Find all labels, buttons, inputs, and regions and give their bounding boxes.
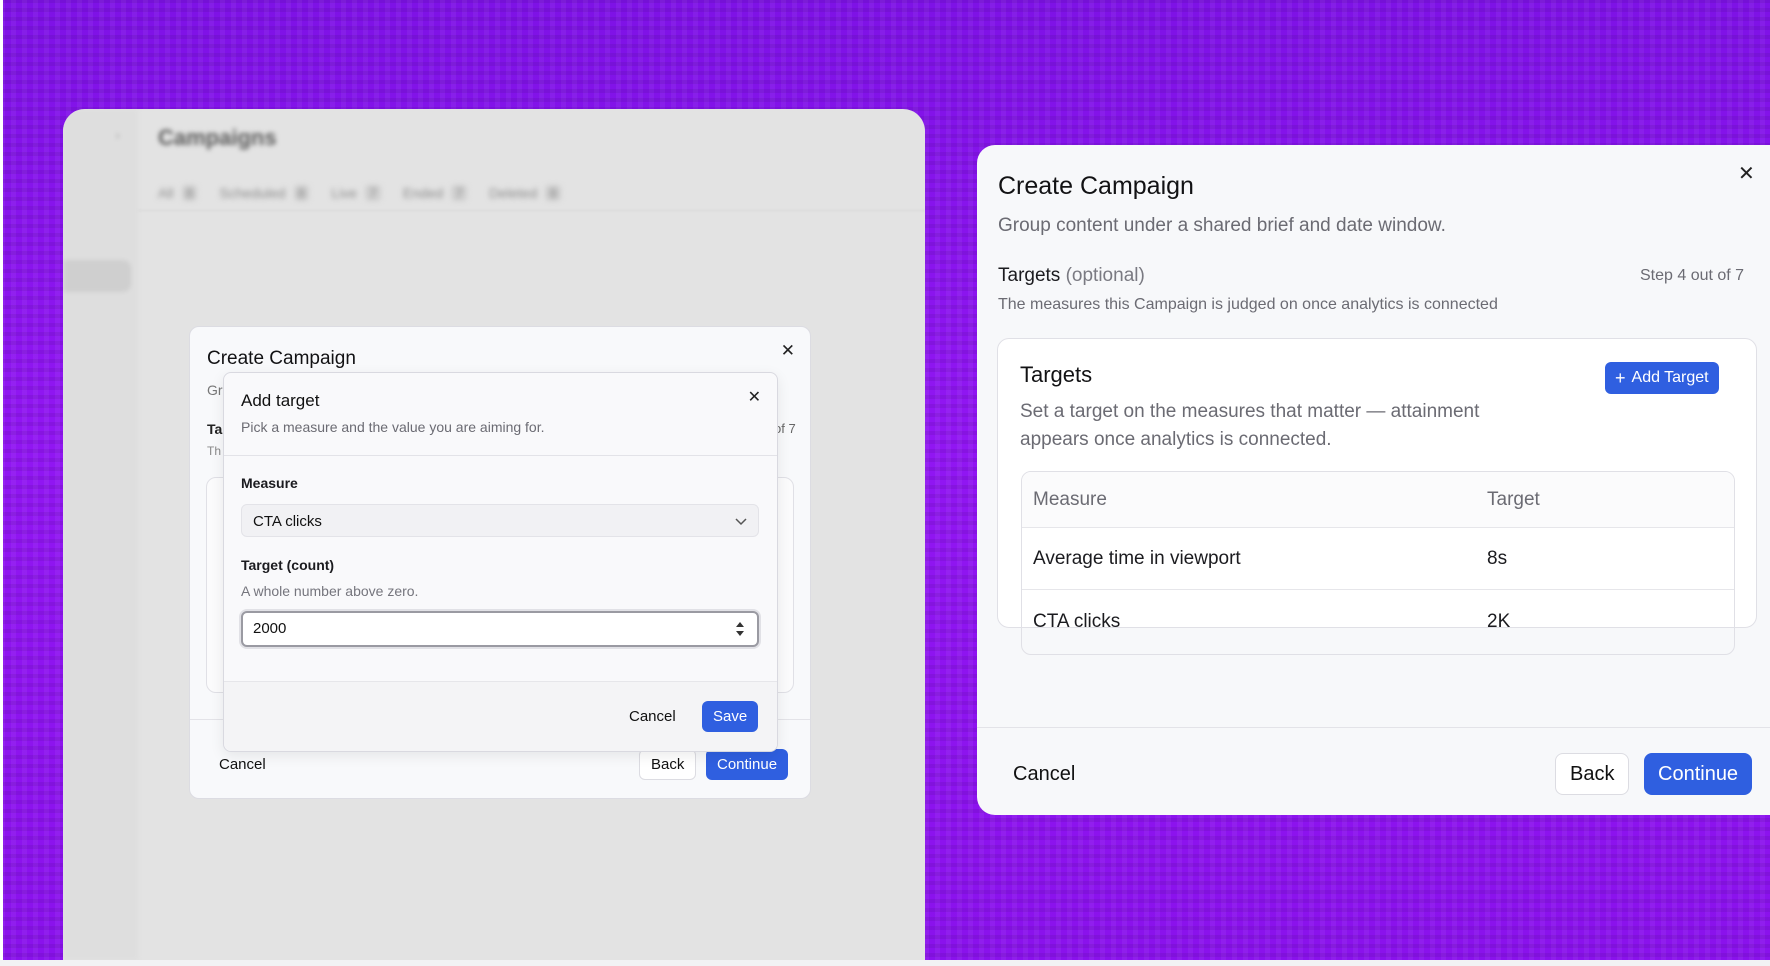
divider (977, 727, 1770, 728)
chevron-right-icon: › (115, 127, 121, 144)
divider (224, 455, 777, 456)
dialog-subtitle: Group content under a shared brief and d… (998, 215, 1446, 236)
tab-live: Live 7 (331, 185, 381, 201)
dialog-title: Create Campaign (998, 172, 1194, 200)
frame-edge (0, 0, 3, 966)
target-number-field[interactable] (241, 611, 759, 647)
section-description: The measures this Campaign is judged on … (998, 296, 1498, 313)
section-title-text: Targets (998, 265, 1061, 286)
add-target-label: Add Target (1631, 369, 1709, 386)
app-sidebar: › (63, 109, 138, 960)
sidebar-selected-item (63, 260, 131, 292)
dialog-title: Create Campaign (207, 348, 356, 369)
optional-tag: (optional) (1065, 265, 1145, 286)
tab-scheduled: Scheduled 8 (219, 185, 310, 201)
targets-table: Measure Target Average time in viewport … (1021, 471, 1735, 655)
popover-title: Add target (241, 391, 320, 410)
back-button[interactable]: Back (639, 749, 697, 780)
column-header-target: Target (1487, 489, 1540, 510)
app-header: Campaigns (158, 125, 277, 151)
target-hint: A whole number above zero. (241, 583, 419, 599)
popover-footer (224, 682, 777, 751)
divider (138, 210, 925, 211)
add-target-popover: Add target ✕ Pick a measure and the valu… (223, 372, 778, 752)
target-cell: 8s (1487, 548, 1508, 569)
create-campaign-dialog: Create Campaign ✕ Group content under a … (977, 145, 1770, 815)
dialog-subtitle-peek: Gr (207, 382, 223, 398)
back-button[interactable]: Back (1555, 753, 1630, 795)
measure-label: Measure (241, 475, 298, 491)
measure-cell: Average time in viewport (1033, 548, 1241, 569)
continue-button[interactable]: Continue (706, 749, 789, 780)
close-icon[interactable]: ✕ (1738, 161, 1755, 186)
section-title: Targets (optional) (998, 265, 1145, 287)
app-title: Campaigns (158, 125, 277, 150)
save-button[interactable]: Save (702, 701, 759, 732)
divider (224, 681, 777, 682)
measure-cell: CTA clicks (1033, 611, 1121, 632)
stepper-icon[interactable] (735, 620, 745, 638)
section-desc-peek: Th (207, 444, 222, 458)
table-header: Measure Target (1022, 472, 1734, 528)
targets-card: Targets Set a target on the measures tha… (997, 338, 1757, 655)
tab-deleted: Deleted 8 (489, 185, 562, 201)
plus-icon: + (1615, 368, 1626, 388)
table-row[interactable]: CTA clicks 2K (1022, 591, 1734, 653)
close-icon[interactable]: ✕ (781, 341, 795, 361)
popover-description: Pick a measure and the value you are aim… (241, 419, 545, 435)
measure-select-value: CTA clicks (253, 513, 322, 530)
close-icon[interactable]: ✕ (748, 387, 761, 407)
add-target-button[interactable]: + Add Target (1605, 362, 1719, 394)
table-row[interactable]: Average time in viewport 8s (1022, 528, 1734, 590)
cancel-button[interactable]: Cancel (219, 756, 266, 773)
cancel-button[interactable]: Cancel (629, 708, 676, 725)
target-number-input[interactable] (253, 620, 693, 637)
section-title-peek: Ta (207, 421, 223, 437)
target-cell: 2K (1487, 611, 1511, 632)
step-indicator: Step 4 out of 7 (1640, 267, 1745, 284)
app-tabs: All 8 Scheduled 8 Live 7 Ended 7 Deleted 8 (158, 185, 562, 201)
cancel-button[interactable]: Cancel (1013, 763, 1075, 786)
card-title: Targets (1020, 362, 1093, 387)
frame-edge (0, 960, 1770, 966)
column-header-measure: Measure (1033, 489, 1107, 510)
card-description: Set a target on the measures that matter… (1020, 401, 1480, 450)
tab-ended: Ended 7 (403, 185, 468, 201)
continue-button[interactable]: Continue (1644, 753, 1753, 795)
target-label: Target (count) (241, 557, 335, 573)
tab-all: All 8 (158, 185, 198, 201)
chevron-down-icon (735, 518, 747, 526)
measure-select[interactable]: CTA clicks (241, 504, 759, 537)
